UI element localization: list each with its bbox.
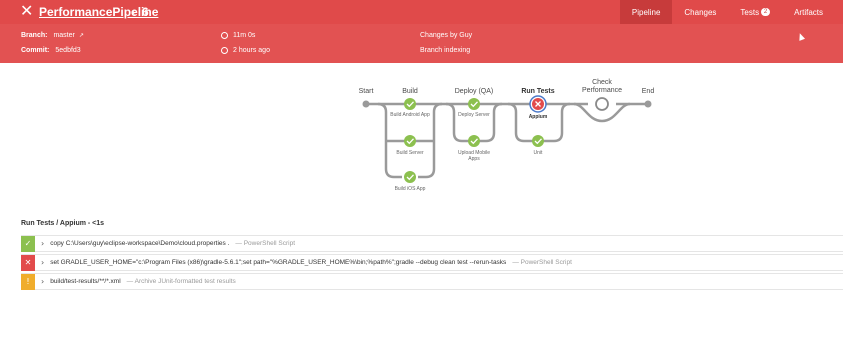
start-node xyxy=(362,100,370,108)
step-row[interactable]: ! › build/test-results/**/*.xml — Archiv… xyxy=(21,273,843,290)
tests-count-badge: 2 xyxy=(761,8,771,16)
top-tabs: Pipeline Changes Tests 2 Artifacts xyxy=(619,0,835,24)
pipeline-graph: Start Build Deploy (QA) Run Tests Check … xyxy=(0,63,843,213)
branch-label: Branch: xyxy=(21,32,48,39)
step-row[interactable]: ✓ › copy C:\Users\guy\eclipse-workspace\… xyxy=(21,235,843,252)
commit-label: Commit: xyxy=(21,47,50,54)
stage-build-label[interactable]: Build xyxy=(402,88,418,95)
step-type: — PowerShell Script xyxy=(235,240,295,247)
node-build-server-label: Build Server xyxy=(396,150,424,156)
node-build-android-label: Build Android App xyxy=(390,112,430,118)
chevron-right-icon[interactable]: › xyxy=(41,277,44,286)
run-time-ago: 2 hours ago xyxy=(233,47,270,54)
node-build-ios[interactable] xyxy=(404,171,416,183)
run-duration: 11m 0s xyxy=(233,32,256,39)
branch-info: Branch: master ↗ xyxy=(21,32,84,39)
tab-changes-label: Changes xyxy=(684,7,717,17)
branch-value[interactable]: master xyxy=(53,32,74,39)
external-link-icon[interactable]: ↗ xyxy=(79,33,84,39)
stage-deploy-label[interactable]: Deploy (QA) xyxy=(455,88,494,95)
end-node xyxy=(644,100,652,108)
node-unit[interactable] xyxy=(532,135,544,147)
node-build-ios-label: Build iOS App xyxy=(394,186,426,192)
unstable-warning-icon: ! xyxy=(21,273,35,290)
step-type: — Archive JUnit-formatted test results xyxy=(126,278,236,285)
node-deploy-server[interactable] xyxy=(468,98,480,110)
step-command: set GRADLE_USER_HOME="c:\Program Files (… xyxy=(50,259,507,266)
node-check-performance[interactable] xyxy=(595,97,609,111)
step-row[interactable]: ✕ › set GRADLE_USER_HOME="c:\Program Fil… xyxy=(21,254,843,271)
time-ago-clock-icon xyxy=(221,47,228,54)
tab-tests[interactable]: Tests 2 xyxy=(728,0,782,24)
tab-changes[interactable]: Changes xyxy=(672,0,728,24)
node-upload-mobile[interactable] xyxy=(468,135,480,147)
chevron-right-icon[interactable]: › xyxy=(41,258,44,267)
tab-pipeline[interactable]: Pipeline xyxy=(619,0,673,24)
commit-info: Commit: 5edbfd3 xyxy=(21,47,81,54)
chevron-left-icon: ‹ xyxy=(131,5,136,19)
close-icon[interactable]: ✕ xyxy=(20,3,34,19)
stage-check-performance-label[interactable]: Check Performance xyxy=(580,79,624,95)
end-label: End xyxy=(641,88,655,95)
node-deploy-server-label: Deploy Server xyxy=(458,112,490,118)
tab-tests-label: Tests xyxy=(740,7,760,17)
run-number: 6 xyxy=(142,5,149,19)
start-label: Start xyxy=(358,88,374,95)
node-unit-label: Unit xyxy=(533,150,543,156)
step-type: — PowerShell Script xyxy=(512,259,572,266)
node-appium-label: Appium xyxy=(528,114,548,120)
commit-value: 5edbfd3 xyxy=(55,47,81,54)
top-bar: ✕ PerformancePipeline ‹ 6 Pipeline Chang… xyxy=(0,0,843,24)
node-upload-mobile-label: Upload Mobile Apps xyxy=(458,150,490,162)
pipeline-page: ✕ PerformancePipeline ‹ 6 Pipeline Chang… xyxy=(0,0,843,357)
tab-artifacts[interactable]: Artifacts xyxy=(782,0,835,24)
node-build-server[interactable] xyxy=(404,135,416,147)
steps-title: Run Tests / Appium - <1s xyxy=(21,220,105,227)
node-build-android[interactable] xyxy=(404,98,416,110)
run-summary-bar: Branch: master ↗ Commit: 5edbfd3 11m 0s 2 … xyxy=(0,24,843,63)
failed-x-icon: ✕ xyxy=(21,254,35,271)
chevron-right-icon[interactable]: › xyxy=(41,239,44,248)
node-appium[interactable] xyxy=(529,95,547,113)
tab-pipeline-label: Pipeline xyxy=(631,7,661,17)
tab-artifacts-label: Artifacts xyxy=(794,7,823,17)
cause-info: Branch indexing xyxy=(420,47,471,54)
pipeline-title-link[interactable]: PerformancePipeline xyxy=(39,5,158,19)
changes-info: Changes by Guy xyxy=(420,32,473,39)
step-command: copy C:\Users\guy\eclipse-workspace\Demo… xyxy=(50,240,230,247)
step-command: build/test-results/**/*.xml xyxy=(50,278,121,285)
stage-runtests-label[interactable]: Run Tests xyxy=(521,88,554,95)
success-check-icon: ✓ xyxy=(21,235,35,252)
duration-clock-icon xyxy=(221,32,228,39)
